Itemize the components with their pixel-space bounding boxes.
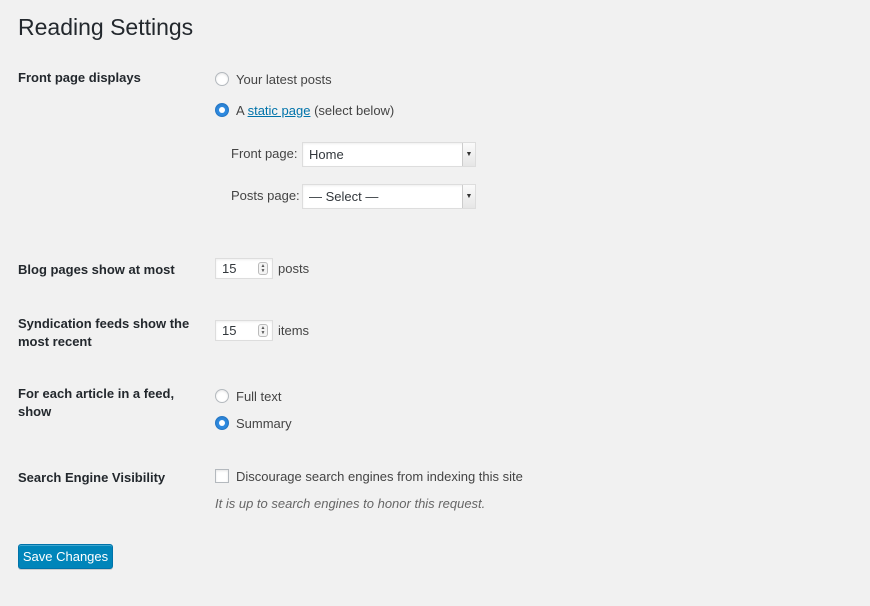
radio-latest-posts[interactable]: Your latest posts [215, 70, 332, 88]
radio-static-prefix: A [236, 102, 248, 118]
syndication-value: 15 [222, 323, 237, 338]
discourage-search-checkbox-row[interactable]: Discourage search engines from indexing … [215, 467, 523, 485]
stepper-icon[interactable]: ▲ ▼ [258, 262, 268, 275]
radio-latest-posts-label: Your latest posts [236, 71, 332, 87]
radio-unchecked-icon[interactable] [215, 389, 229, 403]
radio-summary-label: Summary [236, 415, 292, 431]
radio-checked-icon[interactable] [215, 103, 229, 117]
front-page-select-label: Front page: [231, 146, 298, 161]
radio-summary[interactable]: Summary [215, 414, 292, 432]
chevron-down-icon: ▼ [462, 143, 475, 166]
radio-static-page[interactable]: A static page (select below) [215, 101, 394, 119]
front-page-label: Front page displays [18, 70, 141, 85]
syndication-input[interactable]: 15 ▲ ▼ [215, 320, 273, 341]
posts-page-select-label: Posts page: [231, 188, 300, 203]
search-visibility-note: It is up to search engines to honor this… [215, 496, 486, 511]
stepper-icon[interactable]: ▲ ▼ [258, 324, 268, 337]
discourage-search-label: Discourage search engines from indexing … [236, 468, 523, 484]
radio-unchecked-icon[interactable] [215, 72, 229, 86]
blog-pages-label: Blog pages show at most [18, 262, 175, 277]
blog-pages-value: 15 [222, 261, 237, 276]
radio-full-text[interactable]: Full text [215, 387, 282, 405]
static-page-link[interactable]: static page [248, 103, 311, 118]
syndication-unit: items [278, 323, 310, 338]
save-changes-button[interactable]: Save Changes [18, 544, 113, 569]
blog-pages-unit: posts [278, 261, 310, 276]
front-page-select-value: Home [309, 147, 344, 162]
radio-static-suffix: (select below) [310, 102, 395, 118]
posts-page-select[interactable]: — Select — ▼ [302, 184, 476, 209]
blog-pages-input[interactable]: 15 ▲ ▼ [215, 258, 273, 279]
feed-article-label: For each article in a feed, show [18, 386, 175, 419]
radio-full-text-label: Full text [236, 388, 282, 404]
posts-page-select-value: — Select — [309, 189, 379, 204]
chevron-down-icon: ▼ [462, 185, 475, 208]
radio-checked-icon[interactable] [215, 416, 229, 430]
front-page-select[interactable]: Home ▼ [302, 142, 476, 167]
page-title: Reading Settings [18, 14, 194, 40]
checkbox-icon[interactable] [215, 469, 229, 483]
syndication-label: Syndication feeds show the most recent [18, 316, 190, 349]
search-visibility-label: Search Engine Visibility [18, 470, 166, 485]
